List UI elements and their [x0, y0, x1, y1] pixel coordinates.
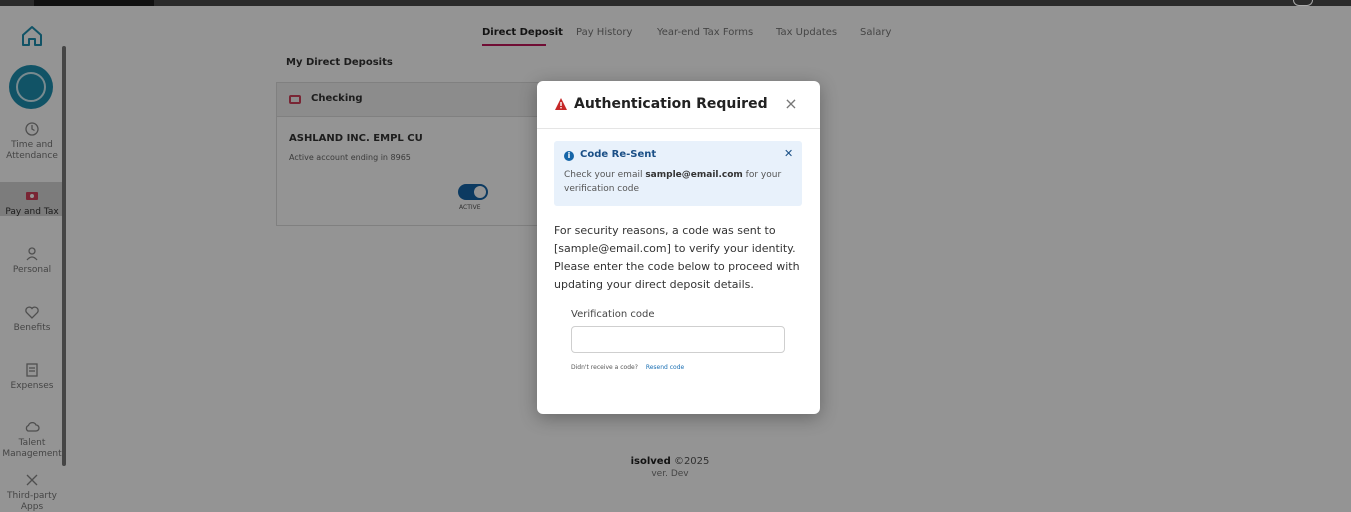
- modal-title: Authentication Required: [574, 96, 768, 112]
- code-resent-alert: i Code Re-Sent ✕ Check your email sample…: [554, 141, 802, 206]
- resend-prompt: Didn't receive a code?: [571, 364, 638, 371]
- auth-modal: Authentication Required × i Code Re-Sent…: [537, 81, 820, 414]
- security-message: For security reasons, a code was sent to…: [554, 224, 800, 291]
- resend-row: Didn't receive a code? Resend code: [571, 364, 684, 371]
- alert-body: Check your email sample@email.com for yo…: [564, 170, 782, 194]
- alert-email: sample@email.com: [645, 170, 743, 180]
- close-icon[interactable]: ×: [782, 95, 800, 113]
- modal-header: Authentication Required ×: [537, 81, 820, 129]
- alert-title: Code Re-Sent: [580, 149, 657, 160]
- alert-close-icon[interactable]: ✕: [784, 147, 793, 160]
- verification-code-label: Verification code: [571, 309, 655, 320]
- resend-code-link[interactable]: Resend code: [646, 364, 684, 371]
- info-icon: i: [564, 151, 574, 161]
- verification-code-input[interactable]: [571, 326, 785, 353]
- warning-icon: [555, 98, 567, 110]
